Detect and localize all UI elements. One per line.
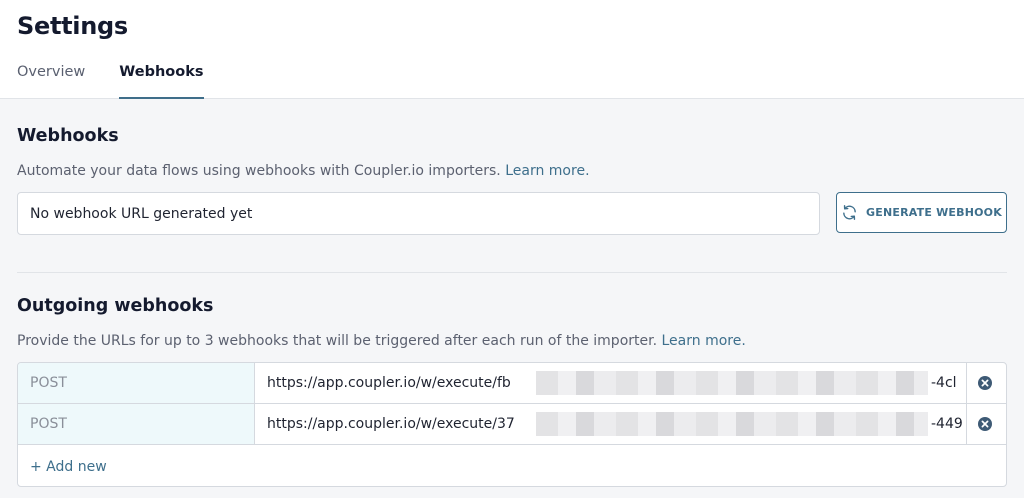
outgoing-webhooks-title: Outgoing webhooks [17,296,214,316]
tab-overview[interactable]: Overview [17,64,85,99]
remove-webhook-button[interactable] [977,416,993,432]
webhook-url-text: https://app.coupler.io/w/execute/fb [267,375,511,391]
outgoing-webhooks-description: Provide the URLs for up to 3 webhooks th… [17,333,746,349]
close-circle-icon [978,417,992,431]
webhook-url-field[interactable] [17,192,820,235]
generate-webhook-button[interactable]: GENERATE WEBHOOK [836,192,1007,233]
webhooks-section-title: Webhooks [17,126,119,146]
add-new-webhook-link[interactable]: + Add new [30,459,107,475]
webhook-url-suffix: -4cl [931,375,957,391]
outgoing-webhooks-table: POST https://app.coupler.io/w/execute/fb… [17,362,1007,487]
remove-webhook-button[interactable] [977,375,993,391]
method-select[interactable]: POST [18,404,255,444]
page-title: Settings [17,12,128,40]
table-row: POST https://app.coupler.io/w/execute/37… [18,404,1006,445]
outgoing-description-text: Provide the URLs for up to 3 webhooks th… [17,333,662,349]
page-header: Settings Overview Webhooks [0,0,1024,99]
redacted-url-part [536,371,928,395]
webhook-url-input[interactable]: https://app.coupler.io/w/execute/37 -449 [255,404,967,444]
webhooks-description: Automate your data flows using webhooks … [17,163,590,179]
tab-bar: Overview Webhooks [17,64,238,99]
tab-webhooks[interactable]: Webhooks [119,64,204,99]
webhook-url-input[interactable]: https://app.coupler.io/w/execute/fb -4cl [255,363,967,403]
outgoing-learn-more-link[interactable]: Learn more. [662,333,746,349]
method-select[interactable]: POST [18,363,255,403]
redacted-url-part [536,412,928,436]
webhooks-description-text: Automate your data flows using webhooks … [17,163,506,179]
section-divider [17,272,1007,273]
close-circle-icon [978,376,992,390]
generate-webhook-label: GENERATE WEBHOOK [866,206,1002,219]
webhook-url-text: https://app.coupler.io/w/execute/37 [267,416,515,432]
refresh-icon [843,205,856,220]
table-row: POST https://app.coupler.io/w/execute/fb… [18,363,1006,404]
webhooks-learn-more-link[interactable]: Learn more. [505,163,589,179]
webhook-url-suffix: -449 [931,416,963,432]
settings-content: Webhooks Automate your data flows using … [0,99,1024,498]
